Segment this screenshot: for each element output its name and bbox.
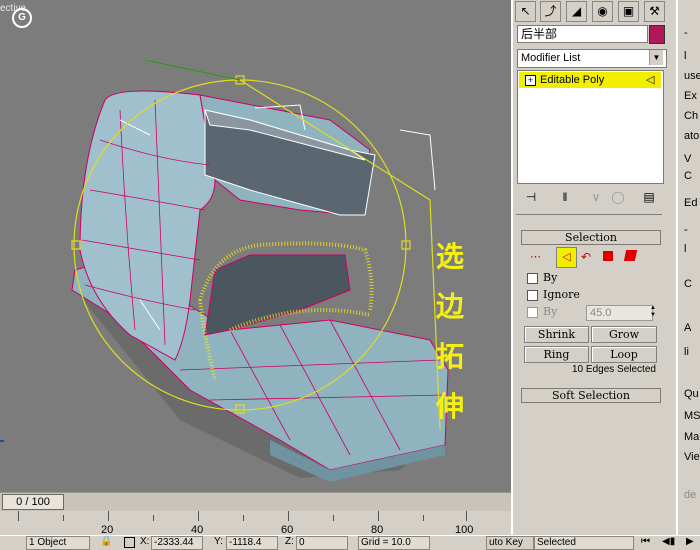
y-coordinate-field[interactable]: -1118.4 [226, 536, 278, 550]
ruler-tick [153, 515, 154, 521]
y-label: Y: [214, 536, 223, 547]
rs-item[interactable]: C [684, 278, 692, 290]
motion-tab-icon[interactable]: ◉ [592, 1, 613, 22]
selection-status-text: 10 Edges Selected [572, 364, 656, 375]
track-bar[interactable]: 20 40 60 80 100 [0, 511, 511, 536]
modify-tab-bend-icon[interactable]: ⤴ [540, 1, 561, 22]
go-to-start-icon[interactable]: ⏮ [641, 536, 650, 547]
time-slider-thumb[interactable]: 0 / 100 [2, 494, 64, 510]
selection-count: 1 Object [26, 536, 90, 550]
configure-sets-icon[interactable]: ▤ [640, 189, 658, 205]
make-unique-icon[interactable]: ∨ [587, 189, 605, 205]
shrink-button[interactable]: Shrink [524, 326, 589, 343]
rs-item[interactable]: C [684, 170, 692, 182]
ruler-tick [333, 515, 334, 521]
ignore-backfacing-label: Ignore [543, 288, 580, 301]
chevron-down-icon[interactable]: ▼ [649, 50, 663, 65]
absolute-mode-icon[interactable] [124, 537, 135, 548]
ruler-tick [108, 511, 109, 521]
rs-item[interactable]: Ed [684, 197, 697, 209]
create-tab-cursor-icon[interactable]: ↖ [515, 1, 536, 22]
element-mode-icon[interactable] [623, 250, 638, 261]
x-coordinate-field[interactable]: -2333.44 [151, 536, 203, 550]
ruler-tick [378, 511, 379, 521]
lock-icon[interactable]: 🔒 [100, 536, 112, 547]
viewcube-icon[interactable]: G [12, 8, 32, 28]
show-end-result-icon[interactable]: ‖ [556, 189, 574, 205]
divider [516, 214, 662, 215]
ruler-tick [198, 511, 199, 521]
rs-item[interactable]: Qu [684, 388, 699, 400]
polygon-mode-icon[interactable] [603, 251, 613, 261]
rs-item[interactable]: Ch [684, 110, 698, 122]
z-label: Z: [285, 536, 294, 547]
vertex-mode-icon[interactable]: ⋯ [530, 250, 541, 263]
ruler-tick [466, 511, 467, 521]
play-icon[interactable]: ▶ [686, 536, 694, 547]
rs-item[interactable]: A [684, 322, 691, 334]
rs-item[interactable]: ato [684, 130, 699, 142]
ignore-backfacing-checkbox[interactable] [527, 290, 538, 301]
rs-item[interactable]: - [684, 27, 688, 39]
utilities-tab-hammer-icon[interactable]: ⚒ [644, 1, 665, 22]
rs-item[interactable]: - [684, 224, 688, 236]
loop-button[interactable]: Loop [591, 346, 657, 363]
rs-item[interactable]: MS [684, 410, 700, 422]
rs-item[interactable]: de [684, 489, 696, 501]
by-angle-label: By [543, 305, 558, 318]
angle-spinner[interactable]: 45.0 [586, 305, 653, 321]
auto-key-button[interactable]: uto Key [486, 536, 534, 550]
rs-item[interactable]: Ma [684, 431, 699, 443]
rs-item[interactable]: V [684, 153, 691, 165]
rs-item[interactable]: li [684, 346, 689, 358]
by-vertex-checkbox[interactable] [527, 273, 538, 284]
stack-item-label: Editable Poly [540, 74, 605, 86]
rs-item[interactable]: Ex [684, 90, 697, 102]
edge-mode-icon[interactable]: ◁ [556, 247, 577, 268]
remove-modifier-icon[interactable]: ◯ [609, 189, 627, 205]
by-vertex-label: By [543, 271, 558, 284]
handwritten-annotation: 选边拓伸 [436, 240, 467, 423]
rs-item[interactable]: l [684, 243, 686, 255]
previous-frame-icon[interactable]: ◀▮ [662, 536, 675, 547]
object-name-field[interactable]: 后半部 [517, 25, 648, 43]
rs-item[interactable]: use [684, 70, 700, 82]
ruler-tick [288, 511, 289, 521]
soft-selection-rollout-header[interactable]: Soft Selection [521, 388, 661, 403]
display-tab-icon[interactable]: ▣ [618, 1, 639, 22]
x-label: X: [140, 536, 150, 547]
by-angle-checkbox[interactable] [527, 307, 538, 318]
ruler-tick [423, 515, 424, 521]
viewport-scene[interactable] [0, 0, 511, 492]
border-mode-icon[interactable]: ↶ [581, 250, 591, 264]
ruler-tick [18, 511, 19, 521]
object-color-swatch[interactable] [649, 25, 665, 44]
key-filter-select[interactable]: Selected [534, 536, 634, 550]
rs-item[interactable]: l [684, 50, 686, 62]
ruler-tick [63, 515, 64, 521]
stack-item-editable-poly[interactable]: Editable Poly ◁ [519, 72, 661, 88]
pin-stack-icon[interactable]: ⊣ [522, 189, 540, 205]
time-slider-track[interactable] [0, 492, 511, 511]
rs-item[interactable]: Vie [684, 451, 700, 463]
grow-button[interactable]: Grow [591, 326, 657, 343]
spinner-arrows-icon[interactable]: ▲ ▼ [649, 305, 657, 319]
perspective-viewport[interactable]: ective G 选边拓伸 [0, 0, 511, 492]
expand-icon[interactable]: + [525, 75, 536, 86]
hierarchy-tab-icon[interactable]: ◢ [566, 1, 587, 22]
ruler-tick [243, 515, 244, 521]
grid-size-display: Grid = 10.0 [358, 536, 430, 550]
z-coordinate-field[interactable]: 0 [296, 536, 348, 550]
modifier-list-dropdown[interactable]: Modifier List [517, 49, 667, 68]
ring-button[interactable]: Ring [524, 346, 589, 363]
edge-subobject-icon: ◁ [646, 74, 655, 86]
selection-rollout-header[interactable]: Selection [521, 230, 661, 245]
